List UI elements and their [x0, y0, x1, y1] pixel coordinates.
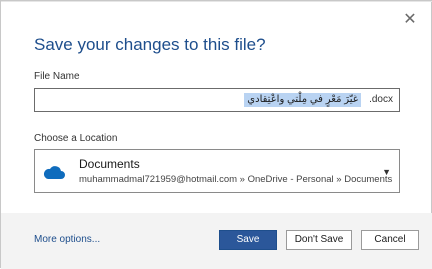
choose-location-label: Choose a Location	[34, 133, 118, 144]
location-name: Documents	[79, 157, 140, 171]
file-name-input[interactable]: غيّرَ مَعْرٍ في مِلْتي واعْتِقادي .docx	[34, 88, 400, 112]
more-options-link[interactable]: More options...	[34, 234, 100, 245]
save-changes-dialog: ✕ Save your changes to this file? File N…	[0, 0, 432, 269]
location-path: muhammadmal721959@hotmail.com » OneDrive…	[79, 174, 393, 185]
dialog-top-divider	[1, 1, 432, 2]
cancel-button[interactable]: Cancel	[361, 230, 419, 250]
dialog-title: Save your changes to this file?	[34, 35, 266, 54]
file-extension: .docx	[369, 94, 393, 105]
close-icon[interactable]: ✕	[401, 11, 419, 29]
dont-save-button[interactable]: Don't Save	[286, 230, 352, 250]
file-name-label: File Name	[34, 71, 80, 82]
cloud-icon	[43, 166, 65, 179]
chevron-down-icon[interactable]: ▼	[382, 167, 391, 177]
save-button[interactable]: Save	[219, 230, 277, 250]
location-dropdown[interactable]: Documents muhammadmal721959@hotmail.com …	[34, 149, 400, 193]
file-name-value[interactable]: غيّرَ مَعْرٍ في مِلْتي واعْتِقادي	[244, 93, 361, 107]
dialog-footer: More options... Save Don't Save Cancel	[1, 213, 432, 269]
